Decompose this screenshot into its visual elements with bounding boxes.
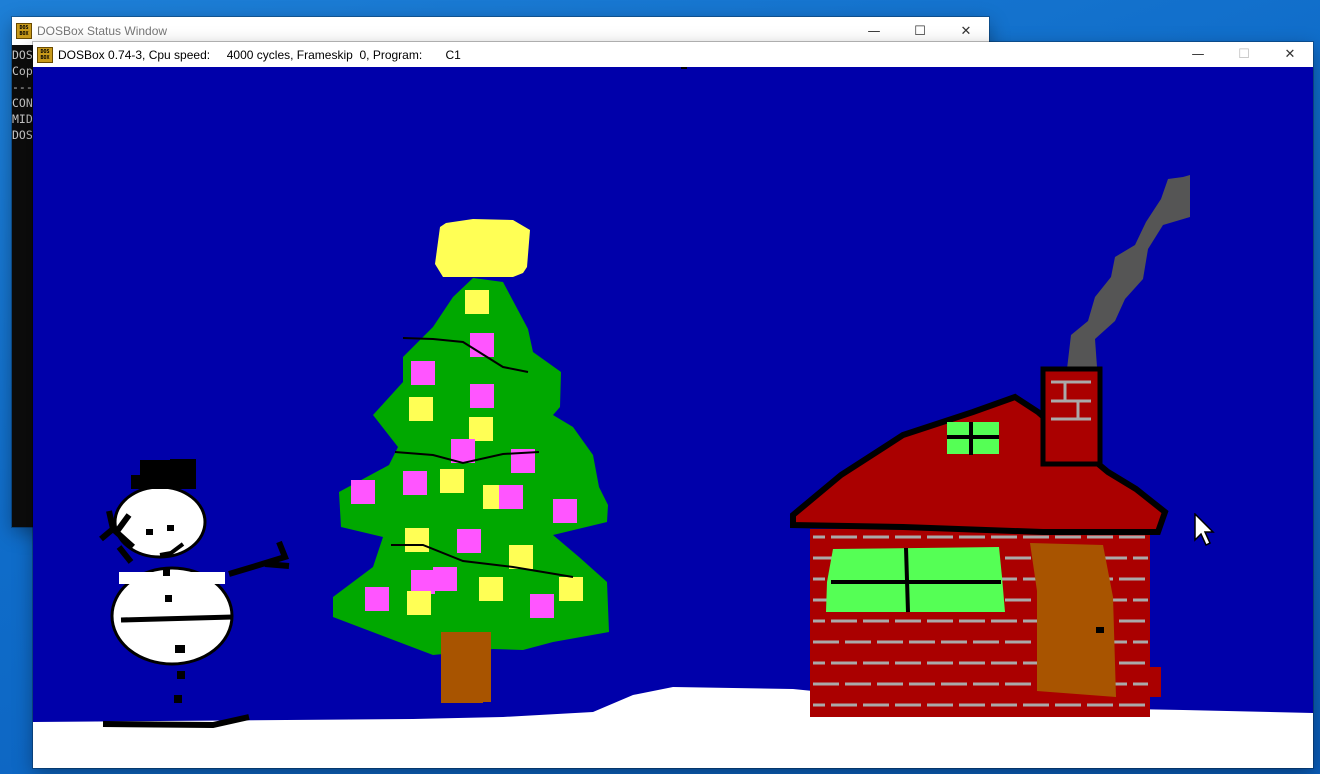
tree-ornament — [553, 499, 577, 523]
status-console-output: DOS Cop --- CON MID DOS — [12, 45, 34, 527]
main-window-title: DOSBox 0.74-3, Cpu speed: 4000 cycles, F… — [58, 47, 461, 62]
tree-ornament — [433, 567, 457, 591]
tree-ornament — [509, 545, 533, 569]
tree-ornament — [457, 529, 481, 553]
maximize-button[interactable]: ☐ — [897, 17, 943, 45]
tree-ornament — [411, 570, 435, 594]
tree-ornament — [559, 577, 583, 601]
dosbox-app-icon: DOS BOX — [16, 23, 32, 39]
tree-ornament — [405, 528, 429, 552]
main-window-titlebar[interactable]: DOS BOX DOSBox 0.74-3, Cpu speed: 4000 cy… — [33, 42, 1313, 67]
console-line: MID — [12, 112, 33, 126]
tree-ornament — [479, 577, 503, 601]
console-line: CON — [12, 96, 33, 110]
mouse-cursor-icon — [1194, 513, 1215, 547]
console-line: DOS — [12, 48, 33, 62]
tree-ornament — [440, 469, 464, 493]
tree-ornament — [451, 439, 475, 463]
tree-ornament — [470, 384, 494, 408]
tree-ornament — [409, 397, 433, 421]
dosbox-main-window[interactable]: DOS BOX DOSBox 0.74-3, Cpu speed: 4000 cy… — [33, 42, 1313, 768]
dos-screen-canvas[interactable] — [33, 67, 1313, 768]
console-line: DOS — [12, 128, 33, 142]
dosbox-app-icon: DOS BOX — [37, 46, 53, 63]
minimize-button[interactable]: — — [1175, 42, 1221, 67]
tree-ornament — [403, 471, 427, 495]
minimize-button[interactable]: — — [851, 17, 897, 45]
console-line: Cop — [12, 64, 33, 78]
tree-ornament — [469, 417, 493, 441]
tree-ornament — [351, 480, 375, 504]
tree-ornament — [465, 290, 489, 314]
console-line: --- — [12, 80, 33, 94]
maximize-button[interactable]: ☐ — [1221, 42, 1267, 67]
tree-ornament — [411, 361, 435, 385]
tree-ornament — [407, 591, 431, 615]
tree-ornament — [530, 594, 554, 618]
tree-ornament — [365, 587, 389, 611]
status-window-title: DOSBox Status Window — [37, 24, 168, 38]
close-button[interactable]: ✕ — [943, 17, 989, 45]
tree-ornament — [499, 485, 523, 509]
status-window-titlebar[interactable]: DOS BOX DOSBox Status Window — ☐ ✕ — [12, 17, 989, 45]
close-button[interactable]: ✕ — [1267, 42, 1313, 67]
